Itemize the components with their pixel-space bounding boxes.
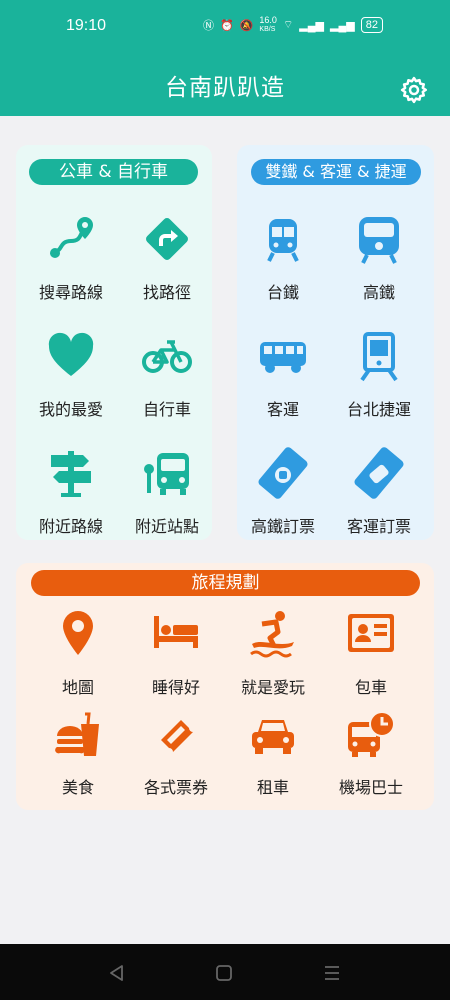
hsr-ticket-button[interactable]: 高鐵訂票: [233, 447, 333, 537]
alarm-icon: ⏰: [220, 19, 234, 32]
charter-button[interactable]: 包車: [321, 608, 421, 698]
car-icon: [252, 720, 294, 754]
item-label: 客運訂票: [346, 517, 411, 536]
item-label: 睡得好: [151, 678, 200, 697]
nfc-icon: Ⓝ: [203, 20, 214, 32]
metro-icon: [360, 332, 398, 382]
coach-ticket-button[interactable]: 客運訂票: [329, 447, 429, 537]
item-label: 租車: [256, 778, 289, 797]
id-card-icon: [348, 614, 394, 652]
item-label: 台北捷運: [346, 400, 411, 419]
directions-icon: [146, 218, 188, 260]
accommodation-button[interactable]: 睡得好: [126, 608, 226, 698]
bus-stop-icon: [144, 453, 189, 495]
airport-bus-icon: [348, 711, 395, 757]
status-time: 19:10: [66, 17, 107, 34]
item-label: 各式票券: [143, 778, 208, 797]
nearby-stops-button[interactable]: 附近站點: [117, 447, 217, 537]
item-label: 機場巴士: [338, 778, 403, 797]
item-label: 客運: [266, 400, 299, 419]
train-ticket-icon: [258, 447, 308, 499]
bed-icon: [154, 616, 198, 648]
tickets-button[interactable]: 各式票券: [126, 710, 226, 798]
item-label: 自行車: [142, 400, 191, 419]
taipei-metro-button[interactable]: 台北捷運: [329, 330, 429, 420]
item-label: 包車: [354, 678, 387, 697]
item-label: 高鐵: [362, 283, 395, 302]
app-header: 台南趴趴造: [0, 56, 450, 116]
train-icon: [267, 219, 299, 262]
activities-button[interactable]: 就是愛玩: [223, 608, 323, 698]
status-bar: 19:10 Ⓝ ⏰ 🔕 16.0 KB/S ⌔ ▂▄▆ ▂▄▆ 82: [0, 0, 450, 56]
ticket-icon: [161, 720, 193, 752]
coach-icon: [260, 342, 306, 373]
bus-section-title: 公車 & 自行車: [29, 159, 198, 185]
map-pin-icon: [63, 611, 93, 655]
status-icons: Ⓝ ⏰ 🔕 16.0 KB/S ⌔ ▂▄▆ ▂▄▆ 82: [203, 16, 383, 34]
rail-section-title: 雙鐵 & 客運 & 捷運: [251, 159, 421, 185]
hsr-icon: [359, 217, 399, 264]
item-label: 附近路線: [38, 517, 103, 536]
map-button[interactable]: 地圖: [28, 608, 128, 698]
recents-icon[interactable]: [321, 962, 343, 984]
heart-icon: [48, 332, 94, 376]
signpost-icon: [51, 451, 91, 497]
signal-icon-2: ▂▄▆: [330, 19, 355, 32]
wifi-icon: ⌔: [282, 19, 294, 31]
item-label: 附近站點: [134, 517, 199, 536]
home-icon[interactable]: [213, 962, 235, 984]
net-speed: 16.0 KB/S: [259, 15, 277, 34]
item-label: 就是愛玩: [240, 678, 305, 697]
item-label: 搜尋路線: [38, 283, 103, 302]
food-icon: [55, 712, 99, 756]
hsr-button[interactable]: 高鐵: [329, 213, 429, 303]
bicycle-button[interactable]: 自行車: [117, 330, 217, 420]
find-path-button[interactable]: 找路徑: [117, 213, 217, 303]
tra-button[interactable]: 台鐵: [233, 213, 333, 303]
signal-icon: ▂▄▆: [299, 19, 324, 32]
item-label: 地圖: [61, 678, 94, 697]
item-label: 高鐵訂票: [250, 517, 315, 536]
food-button[interactable]: 美食: [28, 710, 128, 798]
surfing-icon: [250, 611, 294, 658]
item-label: 找路徑: [142, 283, 191, 302]
bus-ticket-icon: [354, 447, 404, 499]
mute-icon: 🔕: [239, 19, 254, 32]
nearby-routes-button[interactable]: 附近路線: [21, 447, 121, 537]
bicycle-icon: [142, 340, 192, 373]
coach-button[interactable]: 客運: [233, 330, 333, 420]
page-title: 台南趴趴造: [165, 75, 285, 101]
trip-section-title: 旅程規劃: [31, 570, 420, 596]
battery-indicator: 82: [360, 17, 383, 33]
search-route-button[interactable]: 搜尋路線: [21, 213, 121, 303]
favorites-button[interactable]: 我的最愛: [21, 330, 121, 420]
item-label: 美食: [61, 778, 94, 797]
system-nav-bar: [0, 944, 450, 1000]
gear-icon[interactable]: [399, 75, 429, 105]
item-label: 我的最愛: [38, 400, 103, 419]
car-rental-button[interactable]: 租車: [223, 710, 323, 798]
back-icon[interactable]: [106, 962, 128, 984]
airport-bus-button[interactable]: 機場巴士: [321, 710, 421, 798]
route-icon: [50, 217, 93, 258]
item-label: 台鐵: [266, 283, 299, 302]
